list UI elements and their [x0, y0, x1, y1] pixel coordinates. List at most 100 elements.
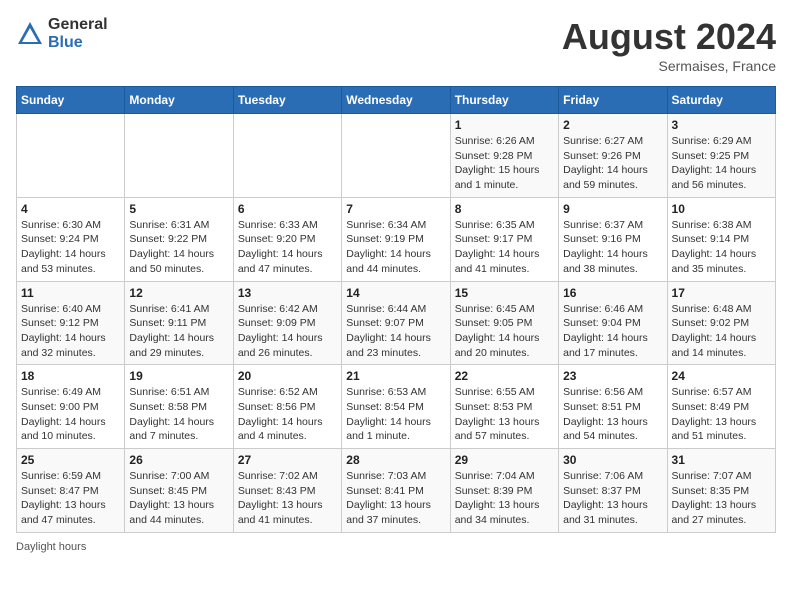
calendar-cell: 20 Sunrise: 6:52 AM Sunset: 8:56 PM Dayli…: [233, 365, 341, 449]
day-number: 18: [21, 369, 120, 383]
day-info: Sunrise: 6:30 AM Sunset: 9:24 PM Dayligh…: [21, 218, 120, 277]
day-number: 5: [129, 202, 228, 216]
weekday-header: Wednesday: [342, 87, 450, 114]
month-year-title: August 2024: [562, 16, 776, 58]
day-number: 8: [455, 202, 554, 216]
calendar-header: SundayMondayTuesdayWednesdayThursdayFrid…: [17, 87, 776, 114]
day-number: 25: [21, 453, 120, 467]
calendar-week-row: 1 Sunrise: 6:26 AM Sunset: 9:28 PM Daylig…: [17, 114, 776, 198]
day-info: Sunrise: 6:57 AM Sunset: 8:49 PM Dayligh…: [672, 385, 771, 444]
day-info: Sunrise: 6:44 AM Sunset: 9:07 PM Dayligh…: [346, 302, 445, 361]
logo-general-text: General: [48, 16, 108, 34]
day-number: 22: [455, 369, 554, 383]
calendar-cell: 3 Sunrise: 6:29 AM Sunset: 9:25 PM Daylig…: [667, 114, 775, 198]
day-info: Sunrise: 7:00 AM Sunset: 8:45 PM Dayligh…: [129, 469, 228, 528]
day-number: 21: [346, 369, 445, 383]
day-number: 11: [21, 286, 120, 300]
day-info: Sunrise: 6:29 AM Sunset: 9:25 PM Dayligh…: [672, 134, 771, 193]
day-number: 30: [563, 453, 662, 467]
day-number: 15: [455, 286, 554, 300]
footer: Daylight hours: [16, 541, 776, 553]
day-info: Sunrise: 6:52 AM Sunset: 8:56 PM Dayligh…: [238, 385, 337, 444]
calendar-cell: 31 Sunrise: 7:07 AM Sunset: 8:35 PM Dayli…: [667, 449, 775, 533]
weekday-header: Saturday: [667, 87, 775, 114]
calendar-cell: 19 Sunrise: 6:51 AM Sunset: 8:58 PM Dayli…: [125, 365, 233, 449]
day-number: 29: [455, 453, 554, 467]
day-info: Sunrise: 6:59 AM Sunset: 8:47 PM Dayligh…: [21, 469, 120, 528]
calendar-body: 1 Sunrise: 6:26 AM Sunset: 9:28 PM Daylig…: [17, 114, 776, 533]
day-number: 14: [346, 286, 445, 300]
location-text: Sermaises, France: [562, 58, 776, 74]
day-number: 20: [238, 369, 337, 383]
calendar-table: SundayMondayTuesdayWednesdayThursdayFrid…: [16, 86, 776, 533]
day-number: 7: [346, 202, 445, 216]
calendar-cell: 10 Sunrise: 6:38 AM Sunset: 9:14 PM Dayli…: [667, 197, 775, 281]
calendar-cell: 9 Sunrise: 6:37 AM Sunset: 9:16 PM Daylig…: [559, 197, 667, 281]
day-number: 12: [129, 286, 228, 300]
calendar-cell: 26 Sunrise: 7:00 AM Sunset: 8:45 PM Dayli…: [125, 449, 233, 533]
daylight-label: Daylight hours: [16, 541, 86, 553]
day-info: Sunrise: 6:51 AM Sunset: 8:58 PM Dayligh…: [129, 385, 228, 444]
calendar-cell: 5Sunrise: 6:31 AM Sunset: 9:22 PM Daylig…: [125, 197, 233, 281]
weekday-header: Sunday: [17, 87, 125, 114]
day-number: 17: [672, 286, 771, 300]
day-number: 10: [672, 202, 771, 216]
weekday-row: SundayMondayTuesdayWednesdayThursdayFrid…: [17, 87, 776, 114]
page-header: General Blue August 2024 Sermaises, Fran…: [16, 16, 776, 74]
day-info: Sunrise: 7:04 AM Sunset: 8:39 PM Dayligh…: [455, 469, 554, 528]
calendar-week-row: 11 Sunrise: 6:40 AM Sunset: 9:12 PM Dayli…: [17, 281, 776, 365]
calendar-week-row: 4Sunrise: 6:30 AM Sunset: 9:24 PM Daylig…: [17, 197, 776, 281]
weekday-header: Tuesday: [233, 87, 341, 114]
day-info: Sunrise: 7:02 AM Sunset: 8:43 PM Dayligh…: [238, 469, 337, 528]
calendar-cell: 12 Sunrise: 6:41 AM Sunset: 9:11 PM Dayli…: [125, 281, 233, 365]
day-number: 26: [129, 453, 228, 467]
day-number: 16: [563, 286, 662, 300]
day-info: Sunrise: 6:41 AM Sunset: 9:11 PM Dayligh…: [129, 302, 228, 361]
logo-blue-text: Blue: [48, 34, 108, 52]
calendar-cell: [342, 114, 450, 198]
weekday-header: Friday: [559, 87, 667, 114]
day-number: 9: [563, 202, 662, 216]
calendar-cell: 18Sunrise: 6:49 AM Sunset: 9:00 PM Dayli…: [17, 365, 125, 449]
day-info: Sunrise: 6:53 AM Sunset: 8:54 PM Dayligh…: [346, 385, 445, 444]
day-number: 31: [672, 453, 771, 467]
weekday-header: Thursday: [450, 87, 558, 114]
calendar-cell: 15 Sunrise: 6:45 AM Sunset: 9:05 PM Dayli…: [450, 281, 558, 365]
calendar-cell: 13Sunrise: 6:42 AM Sunset: 9:09 PM Dayli…: [233, 281, 341, 365]
calendar-cell: [233, 114, 341, 198]
calendar-cell: 7 Sunrise: 6:34 AM Sunset: 9:19 PM Daylig…: [342, 197, 450, 281]
day-info: Sunrise: 7:07 AM Sunset: 8:35 PM Dayligh…: [672, 469, 771, 528]
weekday-header: Monday: [125, 87, 233, 114]
logo-text: General Blue: [48, 16, 108, 51]
day-number: 1: [455, 118, 554, 132]
day-info: Sunrise: 6:48 AM Sunset: 9:02 PM Dayligh…: [672, 302, 771, 361]
calendar-cell: 28Sunrise: 7:03 AM Sunset: 8:41 PM Dayli…: [342, 449, 450, 533]
calendar-week-row: 18Sunrise: 6:49 AM Sunset: 9:00 PM Dayli…: [17, 365, 776, 449]
day-info: Sunrise: 6:35 AM Sunset: 9:17 PM Dayligh…: [455, 218, 554, 277]
day-number: 19: [129, 369, 228, 383]
calendar-cell: 4Sunrise: 6:30 AM Sunset: 9:24 PM Daylig…: [17, 197, 125, 281]
logo-icon: [16, 20, 44, 48]
day-number: 13: [238, 286, 337, 300]
day-number: 6: [238, 202, 337, 216]
calendar-cell: 17 Sunrise: 6:48 AM Sunset: 9:02 PM Dayli…: [667, 281, 775, 365]
calendar-cell: 29 Sunrise: 7:04 AM Sunset: 8:39 PM Dayli…: [450, 449, 558, 533]
calendar-cell: [17, 114, 125, 198]
calendar-cell: 8 Sunrise: 6:35 AM Sunset: 9:17 PM Daylig…: [450, 197, 558, 281]
day-info: Sunrise: 6:55 AM Sunset: 8:53 PM Dayligh…: [455, 385, 554, 444]
day-info: Sunrise: 6:45 AM Sunset: 9:05 PM Dayligh…: [455, 302, 554, 361]
calendar-cell: 22 Sunrise: 6:55 AM Sunset: 8:53 PM Dayli…: [450, 365, 558, 449]
day-info: Sunrise: 6:34 AM Sunset: 9:19 PM Dayligh…: [346, 218, 445, 277]
day-number: 3: [672, 118, 771, 132]
logo: General Blue: [16, 16, 108, 51]
day-number: 28: [346, 453, 445, 467]
day-number: 23: [563, 369, 662, 383]
calendar-week-row: 25 Sunrise: 6:59 AM Sunset: 8:47 PM Dayli…: [17, 449, 776, 533]
day-info: Sunrise: 6:26 AM Sunset: 9:28 PM Dayligh…: [455, 134, 554, 193]
day-info: Sunrise: 6:56 AM Sunset: 8:51 PM Dayligh…: [563, 385, 662, 444]
day-info: Sunrise: 6:38 AM Sunset: 9:14 PM Dayligh…: [672, 218, 771, 277]
day-info: Sunrise: 6:40 AM Sunset: 9:12 PM Dayligh…: [21, 302, 120, 361]
day-info: Sunrise: 7:06 AM Sunset: 8:37 PM Dayligh…: [563, 469, 662, 528]
calendar-cell: 30 Sunrise: 7:06 AM Sunset: 8:37 PM Dayli…: [559, 449, 667, 533]
day-info: Sunrise: 6:37 AM Sunset: 9:16 PM Dayligh…: [563, 218, 662, 277]
